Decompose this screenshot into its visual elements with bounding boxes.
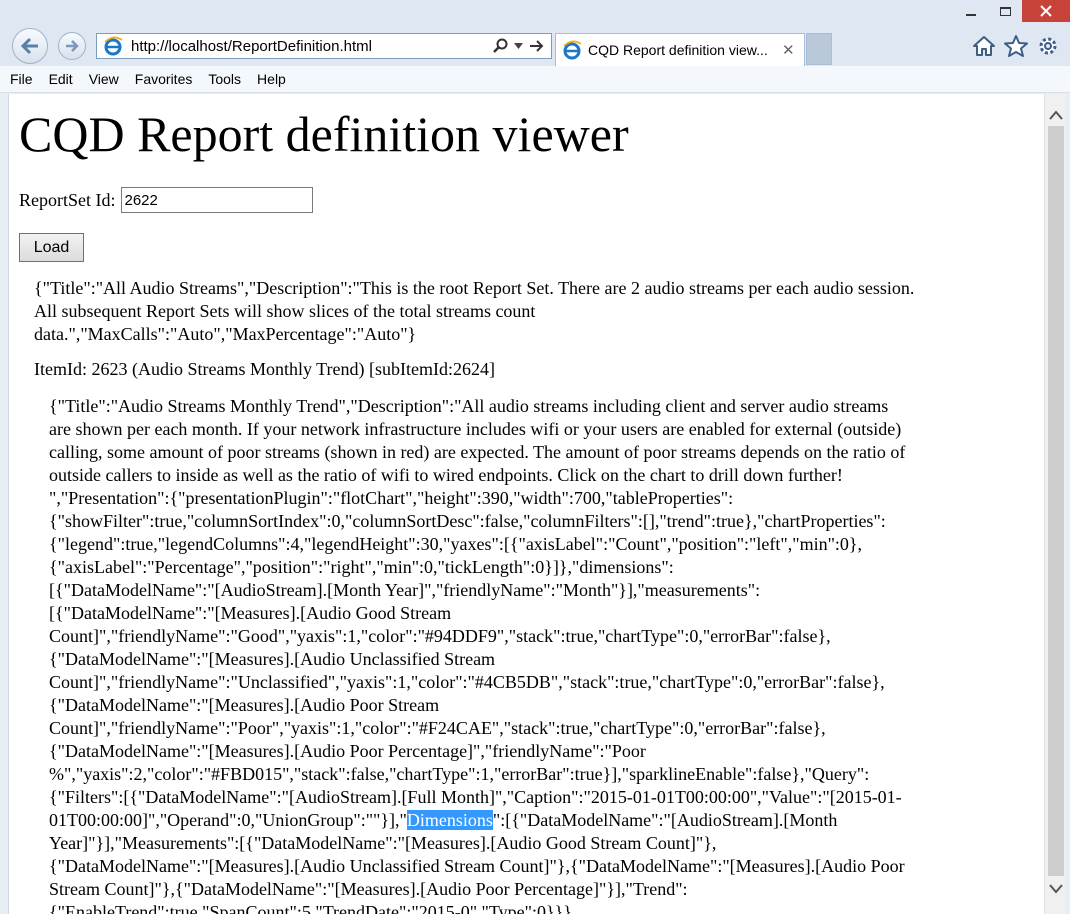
item-json-line: {"Title":"Audio Streams Monthly Trend","… bbox=[49, 396, 889, 416]
item-json-line: {"EnableTrend":true,"SpanCount":5,"Trend… bbox=[49, 902, 572, 914]
toolbar-right-icons bbox=[972, 34, 1060, 58]
item-json-line: outside callers to inside as well as the… bbox=[49, 465, 843, 485]
menu-file[interactable]: File bbox=[10, 71, 33, 87]
item-json-line: [{"DataModelName":"[Measures].[Audio Goo… bbox=[49, 603, 452, 623]
menu-favorites[interactable]: Favorites bbox=[135, 71, 193, 87]
close-window-button[interactable] bbox=[1022, 0, 1070, 22]
item-json-line: Stream Count]"},{"DataModelName":"[Measu… bbox=[49, 879, 688, 899]
scroll-down-button[interactable] bbox=[1045, 878, 1067, 900]
item-json-line: {"legend":true,"legendColumns":4,"legend… bbox=[49, 534, 863, 554]
reportset-json-line: All subsequent Report Sets will show sli… bbox=[34, 301, 536, 321]
item-json-line: {"showFilter":true,"columnSortIndex":0,"… bbox=[49, 511, 886, 531]
report-page: CQD Report definition viewer ReportSet I… bbox=[19, 94, 1029, 914]
selected-text: Dimensions bbox=[406, 810, 493, 830]
maximize-icon bbox=[999, 6, 1011, 16]
reportset-json-line: data.","MaxCalls":"Auto","MaxPercentage"… bbox=[34, 324, 417, 344]
item-json-line: {"DataModelName":"[Measures].[Audio Uncl… bbox=[49, 856, 905, 876]
item-id-line: ItemId: 2623 (Audio Streams Monthly Tren… bbox=[34, 359, 495, 379]
page-title: CQD Report definition viewer bbox=[19, 106, 629, 162]
item-json-line: [{"DataModelName":"[AudioStream].[Month … bbox=[49, 580, 761, 600]
item-json-line: Count]","friendlyName":"Poor","yaxis":1,… bbox=[49, 718, 826, 738]
address-url[interactable]: http://localhost/ReportDefinition.html bbox=[131, 38, 492, 55]
reportset-id-label: ReportSet Id: bbox=[19, 189, 116, 210]
reportset-json-line: {"Title":"All Audio Streams","Descriptio… bbox=[34, 278, 915, 298]
item-json-line: {"DataModelName":"[Measures].[Audio Poor… bbox=[49, 695, 440, 715]
maximize-button[interactable] bbox=[988, 0, 1022, 22]
reportset-id-input[interactable] bbox=[120, 187, 313, 213]
chevron-up-icon bbox=[1049, 110, 1063, 120]
page-viewport: CQD Report definition viewer ReportSet I… bbox=[8, 94, 1044, 914]
item-json-line: calling, some amount of poor streams (sh… bbox=[49, 442, 906, 462]
menu-view[interactable]: View bbox=[89, 71, 119, 87]
tab-report-definition[interactable]: CQD Report definition view... ✕ bbox=[555, 33, 805, 66]
item-json-line: Count]","friendlyName":"Unclassified","y… bbox=[49, 672, 885, 692]
close-icon bbox=[1040, 5, 1052, 17]
search-icon[interactable] bbox=[492, 38, 508, 54]
scroll-up-button[interactable] bbox=[1045, 104, 1067, 126]
dropdown-icon[interactable] bbox=[514, 43, 523, 49]
back-icon bbox=[20, 37, 38, 55]
item-json-line: {"DataModelName":"[Measures].[Audio Uncl… bbox=[49, 649, 496, 669]
chevron-down-icon bbox=[1049, 884, 1063, 894]
item-json-line: Year]"}],"Measurements":[{"DataModelName… bbox=[49, 833, 717, 853]
menu-tools[interactable]: Tools bbox=[208, 71, 241, 87]
item-json-line: %","yaxis":2,"color":"#FBD015","stack":f… bbox=[49, 764, 870, 784]
item-json-line: {"axisLabel":"Percentage","position":"ri… bbox=[49, 557, 674, 577]
back-button[interactable] bbox=[12, 28, 48, 64]
item-json-line: {"Filters":[{"DataModelName":"[AudioStre… bbox=[49, 787, 902, 807]
settings-gear-icon[interactable] bbox=[1036, 34, 1060, 58]
tab-close-icon[interactable]: ✕ bbox=[782, 41, 800, 59]
forward-icon bbox=[66, 40, 79, 52]
ie-logo-icon bbox=[563, 40, 582, 60]
load-button[interactable]: Load bbox=[19, 233, 84, 262]
menu-bar: File Edit View Favorites Tools Help bbox=[0, 66, 1070, 93]
new-tab-button[interactable] bbox=[806, 33, 832, 65]
item-json-line: Count]","friendlyName":"Good","yaxis":1,… bbox=[49, 626, 831, 646]
vertical-scrollbar[interactable] bbox=[1044, 94, 1066, 914]
go-arrow-icon[interactable] bbox=[529, 39, 545, 53]
favorites-star-icon[interactable] bbox=[1004, 35, 1028, 57]
minimize-icon bbox=[966, 14, 976, 16]
home-icon[interactable] bbox=[972, 35, 996, 57]
item-json-line: are shown per each month. If your networ… bbox=[49, 419, 902, 439]
scrollbar-thumb[interactable] bbox=[1048, 126, 1064, 876]
address-bar[interactable]: http://localhost/ReportDefinition.html bbox=[96, 33, 552, 59]
minimize-button[interactable] bbox=[954, 0, 988, 22]
tab-title: CQD Report definition view... bbox=[588, 42, 768, 58]
selection-post: ":[{"DataModelName":"[AudioStream].[Mont… bbox=[492, 810, 838, 830]
selection-pre: 01T00:00:00]","Operand":0,"UnionGroup":"… bbox=[49, 810, 407, 830]
browser-chrome: http://localhost/ReportDefinition.html C… bbox=[0, 0, 1070, 66]
menu-help[interactable]: Help bbox=[257, 71, 286, 87]
window-controls bbox=[954, 0, 1070, 22]
item-json: {"Title":"Audio Streams Monthly Trend","… bbox=[49, 395, 1009, 914]
item-json-line: ","Presentation":{"presentationPlugin":"… bbox=[49, 488, 734, 508]
reportset-json: {"Title":"All Audio Streams","Descriptio… bbox=[34, 277, 1019, 346]
ie-logo-icon bbox=[104, 36, 123, 56]
reportset-id-row: ReportSet Id: bbox=[19, 187, 1029, 213]
item-json-line-highlighted: 01T00:00:00]","Operand":0,"UnionGroup":"… bbox=[49, 809, 1009, 832]
item-json-line: {"DataModelName":"[Measures].[Audio Poor… bbox=[49, 741, 646, 761]
forward-button[interactable] bbox=[58, 32, 86, 60]
menu-edit[interactable]: Edit bbox=[49, 71, 73, 87]
